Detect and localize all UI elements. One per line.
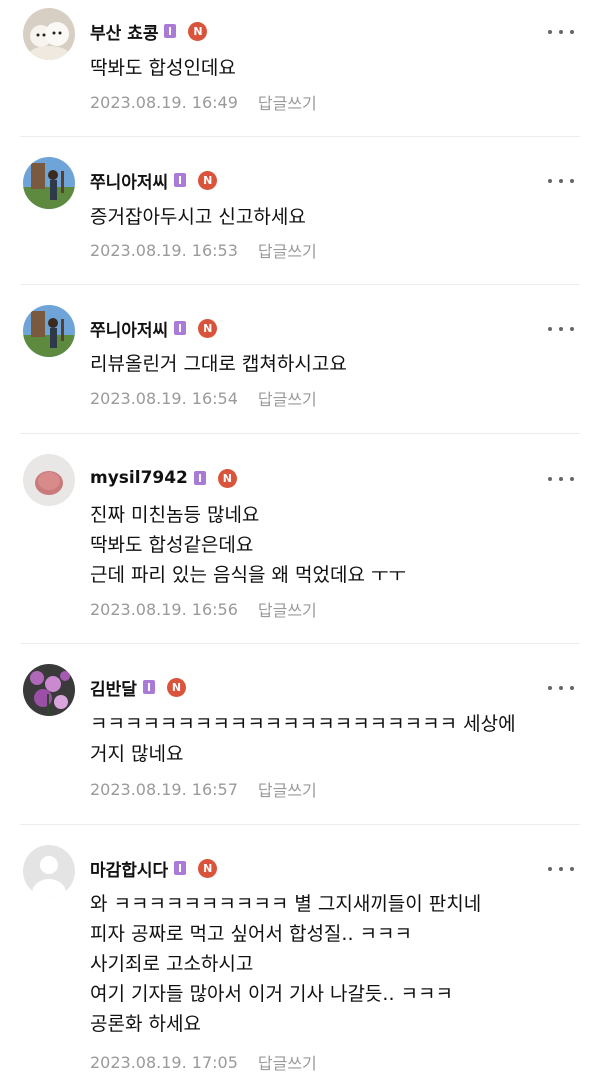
profile-avatar[interactable] (23, 157, 75, 209)
comment-header: 마감합시다 N (90, 853, 218, 883)
nickname[interactable]: 부산 쵸콩 (90, 19, 158, 44)
comment-meta: 2023.08.19. 17:05 답글쓰기 (90, 1050, 317, 1074)
comment-meta: 2023.08.19. 16:53 답글쓰기 (90, 238, 317, 262)
nickname[interactable]: 김반달 (90, 675, 137, 700)
comment-text: ㅋㅋㅋㅋㅋㅋㅋㅋㅋㅋㅋㅋㅋㅋㅋㅋㅋㅋㅋㅋㅋ 세상에 거지 많네요 (90, 713, 516, 765)
profile-avatar[interactable] (23, 845, 75, 897)
person-outdoor-avatar-icon (23, 305, 75, 357)
profile-avatar[interactable] (23, 8, 75, 60)
dot-icon (570, 30, 574, 34)
dot-icon (570, 179, 574, 183)
dot-icon (559, 179, 563, 183)
timestamp: 2023.08.19. 16:49 (90, 92, 238, 112)
white-puppies-avatar-icon (23, 8, 75, 60)
dot-icon (548, 327, 552, 331)
default-profile-avatar-icon (23, 845, 75, 897)
comment-meta: 2023.08.19. 16:49 답글쓰기 (90, 90, 317, 114)
timestamp: 2023.08.19. 16:54 (90, 388, 238, 408)
comment-meta: 2023.08.19. 16:54 답글쓰기 (90, 386, 317, 410)
reply-button[interactable]: 답글쓰기 (258, 777, 317, 801)
level-badge-icon (174, 173, 187, 187)
comment-meta: 2023.08.19. 16:57 답글쓰기 (90, 777, 317, 801)
dot-icon (570, 327, 574, 331)
more-options-button[interactable] (548, 859, 574, 879)
comment-item: 김반달 N ㅋㅋㅋㅋㅋㅋㅋㅋㅋㅋㅋㅋㅋㅋㅋㅋㅋㅋㅋㅋㅋ 세상에 거지 많네요 2… (0, 644, 600, 824)
dot-icon (559, 867, 563, 871)
comment-header: mysil7942 N (90, 463, 237, 493)
nickname[interactable]: 쭈니아저씨 (90, 316, 168, 341)
comment-header: 부산 쵸콩 N (90, 16, 208, 46)
profile-avatar[interactable] (23, 664, 75, 716)
level-badge-icon (164, 24, 177, 38)
comment-item: 쭈니아저씨 N 증거잡아두시고 신고하세요 2023.08.19. 16:53 … (0, 137, 600, 284)
comment-text: 진짜 미친놈등 많네요 딱봐도 합성같은데요 근데 파리 있는 음식을 왜 먹었… (90, 504, 406, 586)
dot-icon (559, 477, 563, 481)
level-badge-icon (193, 471, 206, 485)
more-options-button[interactable] (548, 22, 574, 42)
dot-icon (570, 867, 574, 871)
comment-text: 증거잡아두시고 신고하세요 (90, 206, 306, 228)
timestamp: 2023.08.19. 16:56 (90, 599, 238, 619)
new-badge: N (188, 21, 208, 41)
nickname[interactable]: mysil7942 (90, 468, 188, 488)
dot-icon (559, 327, 563, 331)
dot-icon (548, 867, 552, 871)
new-badge: N (198, 318, 218, 338)
dot-icon (559, 30, 563, 34)
reply-button[interactable]: 답글쓰기 (258, 238, 317, 262)
dot-icon (559, 686, 563, 690)
reply-button[interactable]: 답글쓰기 (258, 386, 317, 410)
comment-item: 마감합시다 N 와 ㅋㅋㅋㅋㅋㅋㅋㅋㅋㅋ 별 그지새끼들이 판치네 피자 공짜로… (0, 825, 600, 1085)
reply-button[interactable]: 답글쓰기 (258, 1050, 317, 1074)
dot-icon (548, 30, 552, 34)
comment-text: 와 ㅋㅋㅋㅋㅋㅋㅋㅋㅋㅋ 별 그지새끼들이 판치네 피자 공짜로 먹고 싶어서 … (90, 893, 482, 1035)
reply-button[interactable]: 답글쓰기 (258, 597, 317, 621)
comment-header: 쭈니아저씨 N (90, 313, 218, 343)
timestamp: 2023.08.19. 16:53 (90, 240, 238, 260)
comment-text: 딱봐도 합성인데요 (90, 57, 236, 79)
nickname[interactable]: 쭈니아저씨 (90, 168, 168, 193)
dot-icon (548, 477, 552, 481)
nickname[interactable]: 마감합시다 (90, 856, 168, 881)
new-badge: N (166, 677, 186, 697)
comment-header: 쭈니아저씨 N (90, 165, 218, 195)
level-badge-icon (174, 861, 187, 875)
more-options-button[interactable] (548, 171, 574, 191)
more-options-button[interactable] (548, 678, 574, 698)
purple-flowers-avatar-icon (23, 664, 75, 716)
new-badge: N (217, 468, 237, 488)
comment-item: mysil7942 N 진짜 미친놈등 많네요 딱봐도 합성같은데요 근데 파리… (0, 434, 600, 643)
reply-button[interactable]: 답글쓰기 (258, 90, 317, 114)
dot-icon (548, 686, 552, 690)
timestamp: 2023.08.19. 17:05 (90, 1052, 238, 1072)
more-options-button[interactable] (548, 469, 574, 489)
profile-avatar[interactable] (23, 454, 75, 506)
pink-blob-avatar-icon (23, 454, 75, 506)
comment-header: 김반달 N (90, 672, 186, 702)
profile-avatar[interactable] (23, 305, 75, 357)
dot-icon (548, 179, 552, 183)
new-badge: N (198, 858, 218, 878)
comment-item: 부산 쵸콩 N 딱봐도 합성인데요 2023.08.19. 16:49 답글쓰기 (0, 0, 600, 135)
more-options-button[interactable] (548, 319, 574, 339)
dot-icon (570, 686, 574, 690)
new-badge: N (198, 170, 218, 190)
timestamp: 2023.08.19. 16:57 (90, 779, 238, 799)
level-badge-icon (142, 680, 155, 694)
level-badge-icon (174, 321, 187, 335)
dot-icon (570, 477, 574, 481)
comment-item: 쭈니아저씨 N 리뷰올린거 그대로 캡쳐하시고요 2023.08.19. 16:… (0, 285, 600, 433)
person-outdoor-avatar-icon (23, 157, 75, 209)
comment-meta: 2023.08.19. 16:56 답글쓰기 (90, 597, 317, 621)
comment-text: 리뷰올린거 그대로 캡쳐하시고요 (90, 353, 347, 375)
